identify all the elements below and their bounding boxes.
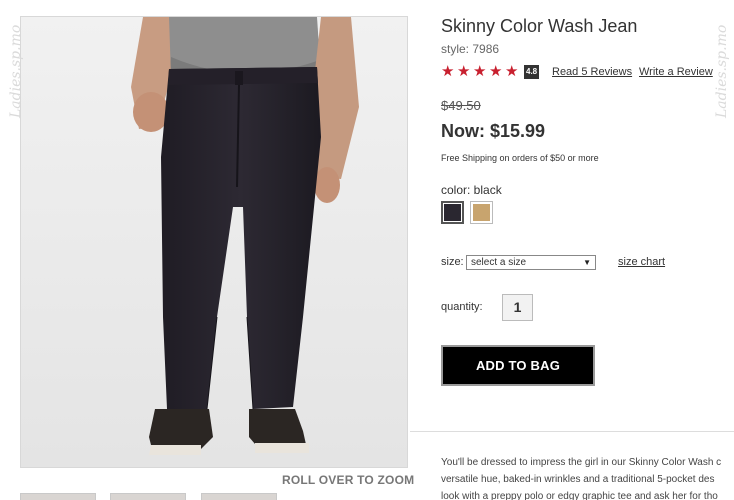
star-icon: ★ (473, 63, 487, 80)
product-title: Skinny Color Wash Jean (441, 16, 638, 36)
size-select-value: select a size (471, 257, 527, 268)
rating-badge: 4.8 (524, 65, 540, 79)
watermark-left: Ladies.sp.mo (8, 24, 24, 118)
thumbnail[interactable] (20, 493, 96, 500)
quantity-input[interactable]: 1 (502, 294, 533, 321)
swatch-black[interactable] (441, 201, 464, 224)
description-line: You'll be dressed to impress the girl in… (441, 457, 722, 468)
swatch-black-fill (444, 204, 461, 221)
description-line: versatile hue, baked-in wrinkles and a t… (441, 474, 715, 485)
size-select[interactable]: select a size ▼ (466, 255, 596, 270)
swatch-khaki[interactable] (470, 201, 493, 224)
shipping-note: Free Shipping on orders of $50 or more (441, 153, 599, 163)
description-line: look with a preppy polo or edgy graphic … (441, 491, 718, 500)
thumbnail[interactable] (110, 493, 186, 500)
jeans-model-photo (21, 17, 407, 467)
original-price: $49.50 (441, 98, 481, 113)
zoom-hint: ROLL OVER TO ZOOM (282, 473, 415, 487)
add-to-bag-button[interactable]: ADD TO BAG (441, 345, 595, 386)
write-review-link[interactable]: Write a Review (639, 66, 713, 78)
product-image[interactable] (20, 16, 408, 468)
star-icon: ★ (441, 63, 455, 80)
rating-stars: ★ ★ ★ ★ ★ 4.8 (441, 63, 540, 80)
dropdown-arrow-icon: ▼ (583, 258, 591, 267)
product-style-number: style: 7986 (441, 42, 500, 56)
sale-price: Now: $15.99 (441, 121, 546, 141)
color-label: color: black (441, 183, 502, 197)
star-icon: ★ (489, 63, 503, 80)
watermark-right: Ladies.sp.mo (714, 24, 730, 118)
thumbnail[interactable] (201, 493, 277, 500)
product-description: You'll be dressed to impress the girl in… (441, 454, 734, 500)
size-label: size: (441, 256, 464, 268)
divider (410, 431, 734, 432)
star-icon: ★ (505, 63, 519, 80)
read-reviews-link[interactable]: Read 5 Reviews (552, 66, 632, 78)
size-chart-link[interactable]: size chart (618, 256, 665, 268)
star-icon: ★ (457, 63, 471, 80)
quantity-label: quantity: (441, 301, 483, 313)
swatch-khaki-fill (473, 204, 490, 221)
